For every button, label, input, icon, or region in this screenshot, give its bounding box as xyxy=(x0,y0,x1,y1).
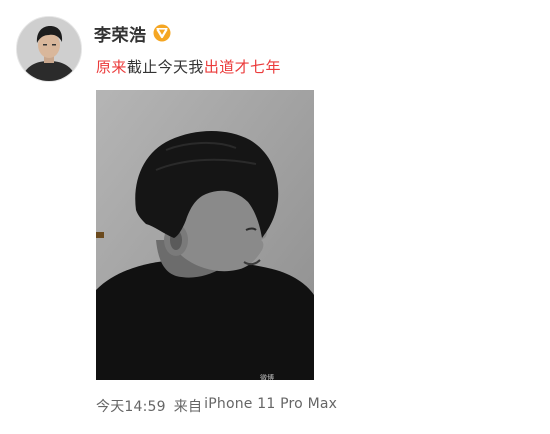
post-text-part: 截止今天我 xyxy=(126,58,204,76)
image-watermark: 微博 xyxy=(260,374,274,382)
image-marker xyxy=(96,232,104,238)
username-row: 李荣浩 xyxy=(94,21,171,46)
post-text-part: 原来 xyxy=(96,58,127,76)
device-link[interactable]: iPhone 11 Pro Max xyxy=(204,396,337,416)
post-photo[interactable] xyxy=(96,90,314,380)
post-source: 来自 iPhone 11 Pro Max xyxy=(174,396,337,416)
source-prefix: 来自 xyxy=(173,399,203,415)
photo-icon xyxy=(96,90,314,380)
post-text: 原来截止今天我出道才七年 xyxy=(96,56,281,77)
post-meta: 今天14:59 来自 iPhone 11 Pro Max xyxy=(96,396,337,416)
avatar-image xyxy=(17,17,81,81)
username[interactable]: 李荣浩 xyxy=(94,21,147,46)
post-text-part: 才七年 xyxy=(234,58,281,76)
verified-icon xyxy=(153,24,171,42)
post-text-part: 出道 xyxy=(203,58,235,76)
avatar[interactable] xyxy=(16,16,82,82)
post-time[interactable]: 今天14:59 xyxy=(96,396,166,416)
weibo-post: 李荣浩 原来截止今天我出道才七年 微博 今天14:59 来自 iPhone 11… xyxy=(0,0,550,434)
